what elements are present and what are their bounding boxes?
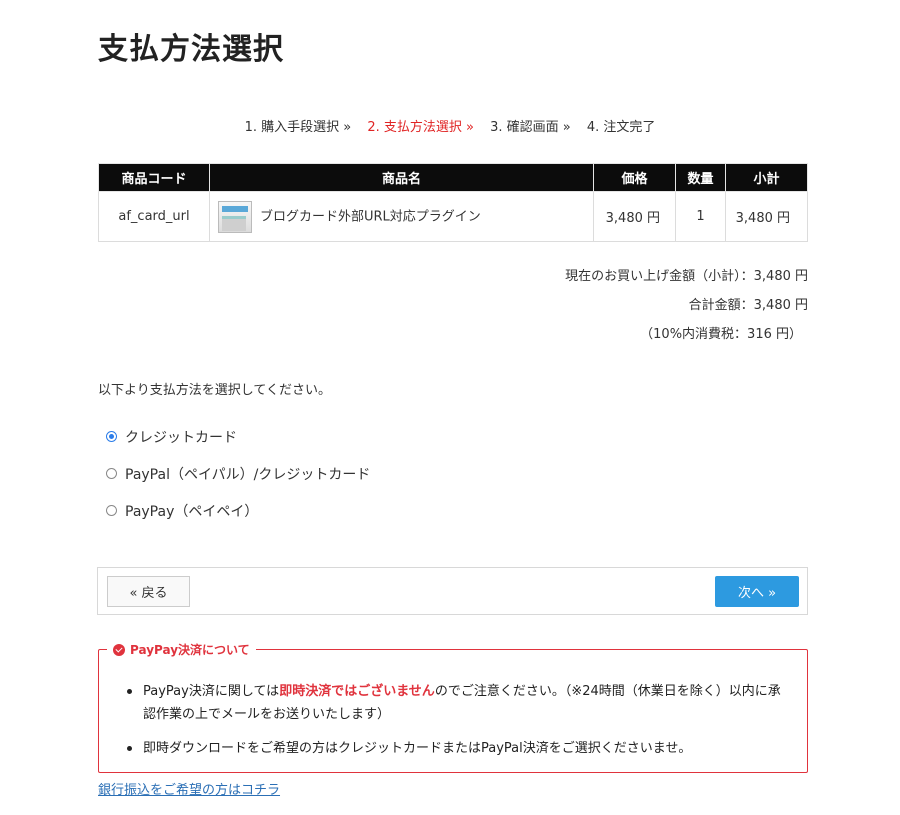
step-payment-method: 2. 支払方法選択 » [367,120,474,135]
list-item: 即時ダウンロードをご希望の方はクレジットカードまたはPayPal決済をご選択くだ… [125,737,785,760]
radio-paypal[interactable] [106,468,117,479]
cart-table: 商品コード 商品名 価格 数量 小計 af_card_url ブログカード外部U… [98,163,808,242]
header-product-name: 商品名 [209,163,594,192]
navigation-bar: « 戻る 次へ » [97,567,808,615]
payment-option-paypal[interactable]: PayPal（ペイパル）/クレジットカード [106,455,370,492]
payment-option-label: クレジットカード [125,429,237,446]
notice-title-text: PayPay決済について [130,643,250,657]
payment-option-label: PayPay（ペイペイ） [125,503,259,520]
notice-item1-prefix: PayPay決済に関しては [143,684,280,699]
payment-method-list: クレジットカード PayPal（ペイパル）/クレジットカード PayPay（ペイ… [106,418,370,529]
table-row: af_card_url ブログカード外部URL対応プラグイン 3,480 円 1… [98,191,808,242]
next-button[interactable]: 次へ » [715,576,799,607]
order-totals: 現在のお買い上げ金額（小計）：3,480 円 合計金額：3,480 円 （10%… [98,262,808,349]
product-price: 3,480 円 [593,191,676,242]
payment-option-paypay[interactable]: PayPay（ペイペイ） [106,492,370,529]
product-thumbnail [218,200,252,233]
bank-transfer-link[interactable]: 銀行振込をご希望の方はコチラ [98,779,280,798]
total-amount: 合計金額：3,480 円 [688,298,808,313]
payment-option-label: PayPal（ペイパル）/クレジットカード [125,466,371,483]
paypay-notice-box: PayPay決済について PayPay決済に関しては即時決済ではございませんので… [98,641,808,773]
subtotal-amount: 現在のお買い上げ金額（小計）：3,480 円 [565,269,808,284]
checkout-steps: 1. 購入手段選択 » 2. 支払方法選択 » 3. 確認画面 » 4. 注文完… [0,116,900,135]
notice-emphasis: 即時決済ではございません [279,684,435,699]
tax-amount: （10%内消費税：316 円） [640,327,802,342]
product-name-cell: ブログカード外部URL対応プラグイン [209,191,594,242]
product-quantity: 1 [675,191,726,242]
step-confirmation: 3. 確認画面 » [490,120,571,135]
product-subtotal: 3,480 円 [725,191,808,242]
page-title: 支払方法選択 [98,32,284,67]
back-button[interactable]: « 戻る [107,576,190,607]
header-price: 価格 [593,163,676,192]
notice-item2: 即時ダウンロードをご希望の方はクレジットカードまたはPayPal決済をご選択くだ… [143,741,692,756]
header-quantity: 数量 [675,163,726,192]
payment-instruction: 以下より支払方法を選択してください。 [98,383,331,398]
notice-title: PayPay決済について [107,641,256,658]
notice-list: PayPay決済に関しては即時決済ではございませんのでご注意ください。（※24時… [125,680,785,771]
radio-credit-card[interactable] [106,431,117,442]
check-circle-icon [113,643,125,656]
product-name: ブログカード外部URL対応プラグイン [260,209,481,224]
list-item: PayPay決済に関しては即時決済ではございませんのでご注意ください。（※24時… [125,680,785,726]
header-product-code: 商品コード [98,163,210,192]
header-subtotal: 小計 [725,163,808,192]
step-purchase-method: 1. 購入手段選択 » [244,120,352,135]
payment-option-credit-card[interactable]: クレジットカード [106,418,370,455]
product-code: af_card_url [98,191,210,242]
radio-paypay[interactable] [106,505,117,516]
cart-header-row: 商品コード 商品名 価格 数量 小計 [98,163,808,192]
step-order-complete: 4. 注文完了 [586,120,656,135]
